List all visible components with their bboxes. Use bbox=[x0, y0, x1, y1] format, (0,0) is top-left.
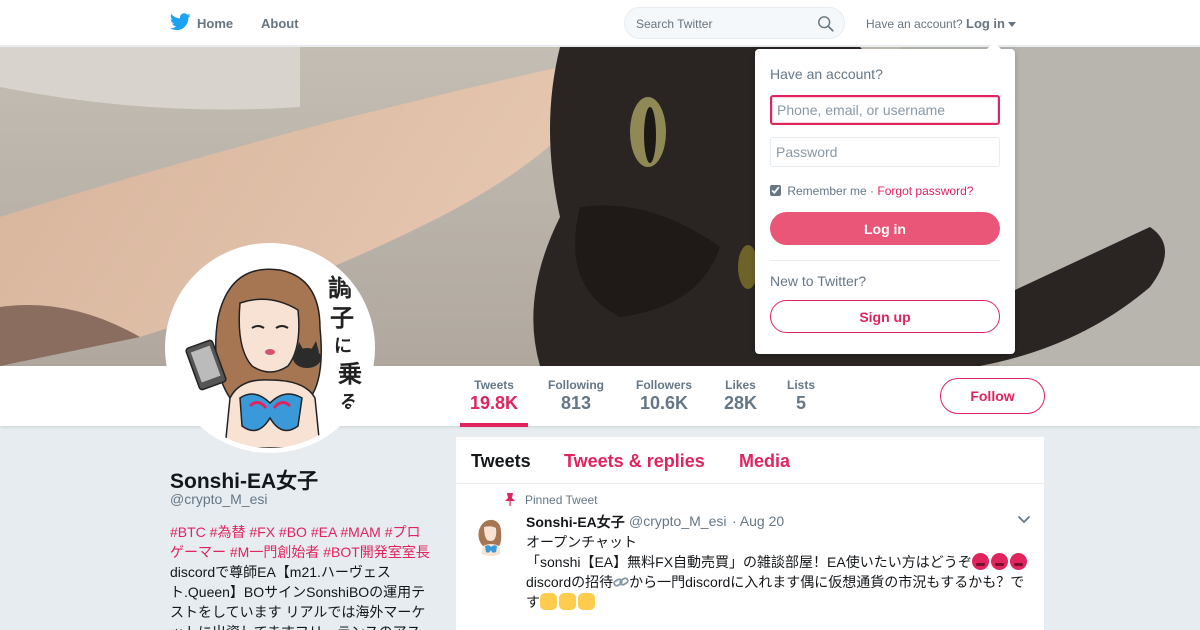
new-to-twitter-label: New to Twitter? bbox=[770, 273, 867, 289]
tweet-text: オープンチャット 「sonshi【EA】無料FX自動売買」の雑談部屋！EA使いた… bbox=[526, 532, 1036, 612]
stat-following-value: 813 bbox=[560, 393, 592, 413]
fist-icon bbox=[578, 593, 595, 610]
stat-following[interactable]: Following 813 bbox=[548, 378, 604, 414]
tweet-date[interactable]: · Aug 20 bbox=[732, 513, 784, 529]
username-input[interactable] bbox=[770, 95, 1000, 125]
angry-face-icon bbox=[1009, 553, 1027, 570]
svg-text:乗: 乗 bbox=[338, 360, 362, 388]
remember-forgot-separator: · bbox=[870, 184, 875, 198]
stat-tweets[interactable]: Tweets 19.8K bbox=[459, 378, 529, 427]
profile-handle[interactable]: @crypto_M_esi bbox=[170, 491, 267, 507]
remember-me-label[interactable]: Remember me bbox=[787, 184, 866, 198]
link-icon bbox=[613, 577, 629, 587]
nav-about-link[interactable]: About bbox=[261, 16, 299, 31]
stat-tweets-label: Tweets bbox=[474, 378, 514, 392]
svg-text:調: 調 bbox=[328, 274, 352, 302]
search-input[interactable] bbox=[636, 15, 806, 32]
search-box bbox=[624, 7, 845, 39]
tab-tweets-and-replies[interactable]: Tweets & replies bbox=[564, 451, 705, 472]
stat-followers-value: 10.6K bbox=[639, 393, 689, 413]
fist-icon bbox=[559, 593, 576, 610]
stat-lists-value: 5 bbox=[796, 393, 807, 413]
stat-lists-label: Lists bbox=[787, 378, 816, 392]
remember-me-checkbox[interactable] bbox=[770, 185, 781, 196]
login-dropdown: Have an account? Remember me · Forgot pa… bbox=[755, 42, 1015, 354]
twitter-bird-icon[interactable] bbox=[170, 13, 191, 31]
avatar-illustration: 調 子 に 乗 る な bbox=[170, 248, 370, 448]
tweet-line-4-text: す bbox=[526, 594, 540, 610]
tweet-line-3a-text: discordの招待 bbox=[526, 574, 614, 590]
follow-button[interactable]: Follow bbox=[940, 378, 1045, 414]
tweet-avatar[interactable] bbox=[471, 516, 511, 556]
signup-button[interactable]: Sign up bbox=[770, 300, 1000, 333]
remember-me-row: Remember me · Forgot password? bbox=[770, 184, 973, 198]
profile-bio: #BTC #為替 #FX #BO #EA #MAM #プロゲーマー #M一門創始… bbox=[170, 522, 432, 630]
tweet-author-name[interactable]: Sonshi-EA女子 bbox=[526, 512, 625, 532]
tab-tweets[interactable]: Tweets bbox=[471, 451, 531, 472]
stat-tweets-value: 19.8K bbox=[470, 393, 519, 413]
caret-down-icon[interactable] bbox=[1008, 22, 1016, 27]
have-account-label: Have an account? bbox=[866, 17, 963, 31]
stat-likes-label: Likes bbox=[725, 378, 756, 392]
login-dropdown-toggle[interactable]: Log in bbox=[966, 16, 1005, 31]
tweet-line-4: す bbox=[526, 592, 1036, 612]
svg-text:に: に bbox=[334, 336, 352, 357]
top-navigation-bar: Home About Have an account? Log in bbox=[0, 0, 1200, 46]
divider bbox=[770, 260, 1000, 261]
login-dropdown-title: Have an account? bbox=[770, 66, 883, 82]
pinned-tweet[interactable]: Pinned Tweet Sonshi-EA女子 @crypto_M_esi ·… bbox=[456, 485, 1044, 630]
chevron-down-icon[interactable] bbox=[1017, 515, 1031, 525]
bio-hashtags[interactable]: #BTC #為替 #FX #BO #EA #MAM #プロゲーマー #M一門創始… bbox=[170, 524, 430, 560]
angry-face-icon bbox=[971, 553, 989, 570]
stat-lists[interactable]: Lists 5 bbox=[787, 378, 815, 414]
tweet-avatar-illustration bbox=[471, 516, 511, 556]
tweet-line-3: discordの招待 から一門discordに入れます偶に仮想通貨の市況もするかも… bbox=[526, 572, 1036, 592]
timeline-tabs: Tweets Tweets & replies Media bbox=[456, 437, 1044, 484]
login-button[interactable]: Log in bbox=[770, 212, 1000, 245]
tweet-line-1: オープンチャット bbox=[526, 534, 638, 550]
svg-text:子: 子 bbox=[330, 304, 354, 332]
pinned-tweet-label: Pinned Tweet bbox=[525, 493, 598, 507]
stat-followers[interactable]: Followers 10.6K bbox=[636, 378, 692, 414]
stat-likes[interactable]: Likes 28K bbox=[724, 378, 757, 414]
search-icon[interactable] bbox=[817, 15, 835, 33]
stat-followers-label: Followers bbox=[636, 378, 693, 392]
forgot-password-link[interactable]: Forgot password? bbox=[877, 184, 973, 198]
nav-home-link[interactable]: Home bbox=[197, 16, 233, 31]
tweet-line-3b-text: から一門discordに入れます偶に仮想通貨の市況もするかも？で bbox=[629, 574, 1025, 590]
fist-icon bbox=[540, 593, 557, 610]
stat-likes-value: 28K bbox=[724, 393, 758, 413]
bio-text: discordで尊師EA【m21.ハーヴェスト.Queen】BOサインSonsh… bbox=[170, 564, 426, 630]
pin-icon bbox=[505, 493, 515, 506]
password-input[interactable] bbox=[770, 137, 1000, 167]
timeline: Tweets Tweets & replies Media Pinned Twe… bbox=[456, 437, 1044, 630]
tweet-line-2-text: 「sonshi【EA】無料FX自動売買」の雑談部屋！EA使いたい方はどうぞ bbox=[526, 554, 972, 570]
angry-face-icon bbox=[990, 553, 1008, 570]
profile-avatar[interactable]: 調 子 に 乗 る な bbox=[165, 243, 375, 453]
tweet-line-2: 「sonshi【EA】無料FX自動売買」の雑談部屋！EA使いたい方はどうぞ bbox=[526, 552, 1036, 572]
stat-following-label: Following bbox=[548, 378, 604, 392]
tweet-author-handle[interactable]: @crypto_M_esi bbox=[629, 513, 726, 529]
tab-media[interactable]: Media bbox=[739, 451, 790, 472]
